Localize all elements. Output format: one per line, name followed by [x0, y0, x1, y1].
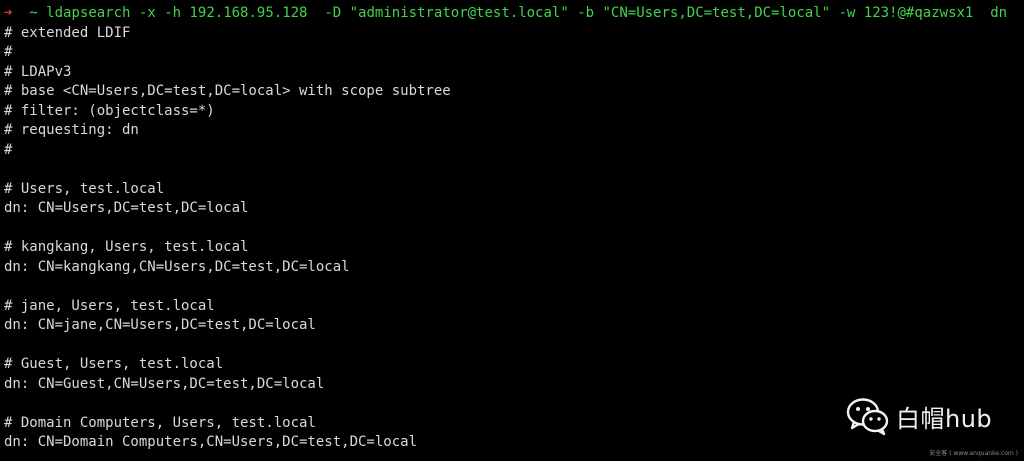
output-line: # base <CN=Users,DC=test,DC=local> with …	[4, 83, 451, 99]
output-line: #	[4, 141, 13, 158]
command-line: ➜ ~ ldapsearch -x -h 192.168.95.128 -D "…	[4, 4, 1024, 24]
output-line: # LDAPv3	[4, 63, 72, 80]
prompt-cwd: ~	[29, 5, 38, 21]
output-line: # jane, Users, test.local	[4, 297, 215, 314]
output-line: dn: CN=kangkang,CN=Users,DC=test,DC=loca…	[4, 258, 350, 275]
output-line: #	[4, 44, 13, 60]
output-line: # requesting: dn	[4, 122, 139, 138]
output-line: # filter: (objectclass=*)	[4, 102, 215, 119]
command-args: -x -h 192.168.95.128 -D "administrator@t…	[138, 5, 1008, 21]
terminal-window[interactable]: ➜ ~ ldapsearch -x -h 192.168.95.128 -D "…	[0, 0, 1024, 461]
output-line: # Guest, Users, test.local	[4, 356, 224, 372]
output-line: # extended LDIF	[4, 24, 131, 41]
prompt-arrow-icon: ➜	[4, 5, 13, 21]
output-line: # kangkang, Users, test.local	[4, 239, 249, 255]
wechat-icon	[846, 398, 889, 436]
output-line: # Users, test.local	[4, 180, 165, 197]
site-watermark: 安全客 ( www.anquanke.com )	[929, 450, 1018, 457]
output-line: dn: CN=Guest,CN=Users,DC=test,DC=local	[4, 375, 325, 392]
watermark-text: 白帽hub	[896, 404, 993, 433]
output-line: dn: CN=Users,DC=test,DC=local	[4, 200, 249, 216]
output-line: dn: CN=jane,CN=Users,DC=test,DC=local	[4, 317, 316, 333]
watermark: 白帽hub	[846, 396, 992, 436]
command-name: ldapsearch	[46, 5, 131, 21]
